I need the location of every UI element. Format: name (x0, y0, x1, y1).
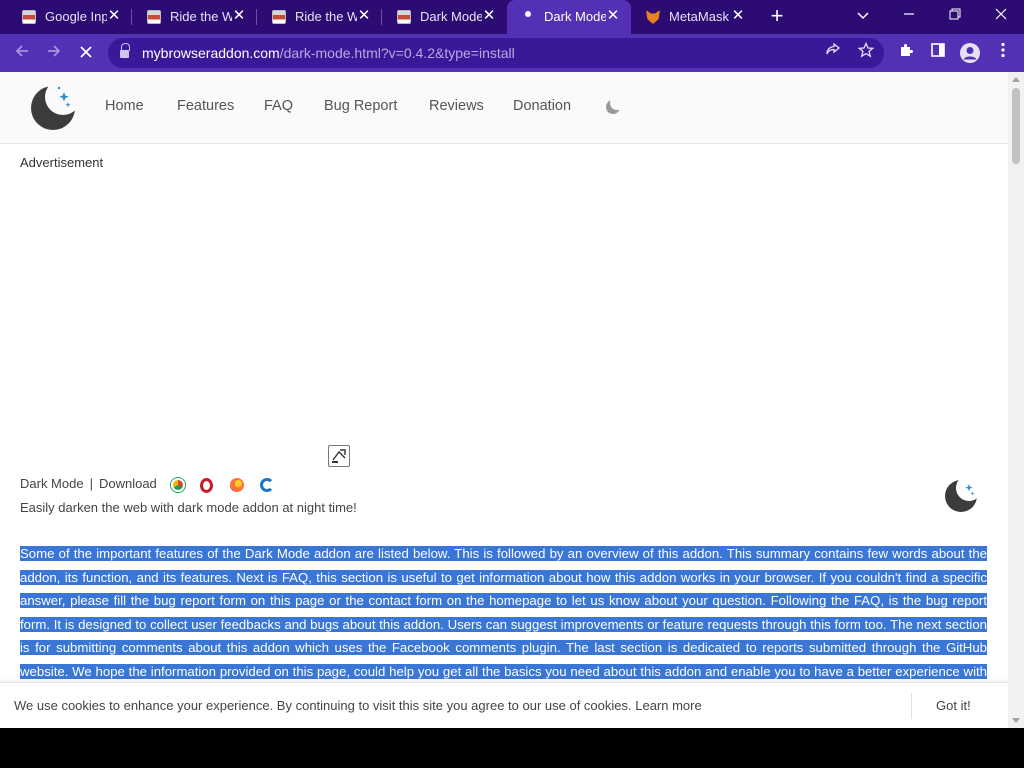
close-icon[interactable]: ✕ (730, 8, 746, 24)
extensions-puzzle-icon[interactable] (895, 42, 917, 64)
new-tab-button[interactable]: + (765, 5, 789, 28)
cookie-divider (911, 693, 912, 719)
window-close-icon[interactable] (989, 5, 1013, 27)
theme-toggle-moon-icon[interactable] (604, 98, 622, 116)
tab-strip: Google Inp ✕ Ride the W ✕ Ride the W ✕ D… (0, 0, 1024, 34)
tab-dark-mode[interactable]: Dark Mode ✕ (383, 0, 507, 34)
restore-icon[interactable] (943, 5, 967, 27)
tab-ride-the-wave-1[interactable]: Ride the W ✕ (133, 0, 257, 34)
edge-icon[interactable] (260, 478, 274, 492)
tab-title: Dark Mode (544, 9, 606, 24)
close-icon[interactable]: ✕ (481, 8, 497, 24)
dark-mode-logo-icon[interactable] (30, 85, 76, 131)
browser-chrome: Google Inp ✕ Ride the W ✕ Ride the W ✕ D… (0, 0, 1024, 72)
tab-ride-the-wave-2[interactable]: Ride the W ✕ (258, 0, 382, 34)
bottom-black-bar (0, 728, 1024, 768)
learn-more-link[interactable]: Learn more (635, 698, 701, 713)
profile-avatar-icon[interactable] (959, 42, 981, 64)
close-icon[interactable]: ✕ (231, 8, 247, 24)
image-favicon-icon (22, 10, 36, 24)
firefox-icon[interactable] (230, 478, 244, 492)
minimize-icon[interactable] (897, 5, 921, 27)
lock-icon[interactable] (120, 43, 130, 59)
tab-divider (381, 9, 382, 25)
nav-reviews[interactable]: Reviews (429, 98, 484, 114)
nav-donation[interactable]: Donation (513, 98, 571, 114)
scrollbar-thumb[interactable] (1012, 88, 1020, 164)
scroll-down-arrow-icon[interactable] (1012, 718, 1020, 723)
tab-divider (256, 9, 257, 25)
close-icon[interactable]: ✕ (356, 8, 372, 24)
tab-title: Ride the W (295, 9, 357, 24)
nav-faq[interactable]: FAQ (264, 98, 293, 114)
nav-bug-report[interactable]: Bug Report (324, 98, 397, 114)
got-it-button[interactable]: Got it! (936, 698, 971, 713)
image-favicon-icon (272, 10, 286, 24)
tagline: Easily darken the web with dark mode add… (20, 500, 357, 515)
download-link[interactable]: Download (99, 476, 157, 491)
forward-arrow-icon[interactable] (41, 40, 67, 66)
url-path: /dark-mode.html?v=0.4.2&type=install (279, 45, 515, 61)
dark-mode-side-logo-icon (944, 479, 978, 513)
url-text[interactable]: mybrowseraddon.com/dark-mode.html?v=0.4.… (142, 45, 515, 61)
tab-search-chevron-icon[interactable] (851, 5, 875, 27)
tab-title: Ride the W (170, 9, 232, 24)
address-bar[interactable]: mybrowseraddon.com/dark-mode.html?v=0.4.… (108, 38, 884, 68)
tab-title: Google Inp (45, 9, 107, 24)
site-header: Home Features FAQ Bug Report Reviews Don… (0, 72, 1008, 144)
tab-divider (131, 9, 132, 25)
tab-google-inputs[interactable]: Google Inp ✕ (8, 0, 132, 34)
ad-choices-icon[interactable] (328, 445, 350, 467)
close-icon[interactable]: ✕ (106, 8, 122, 24)
fox-favicon-icon (646, 10, 660, 24)
chrome-icon[interactable] (171, 478, 185, 492)
tab-dark-mode-active[interactable]: Dark Mode ✕ (507, 0, 631, 34)
advertisement-label: Advertisement (20, 155, 104, 170)
moon-favicon-icon (525, 11, 531, 17)
opera-icon[interactable] (200, 478, 213, 493)
browser-toolbar: mybrowseraddon.com/dark-mode.html?v=0.4.… (0, 34, 1024, 72)
more-menu-icon[interactable] (992, 42, 1014, 64)
back-arrow-icon[interactable] (9, 40, 35, 66)
page-scrollbar[interactable] (1008, 72, 1024, 728)
bookmark-star-icon[interactable] (855, 41, 877, 64)
nav-home[interactable]: Home (105, 98, 144, 114)
title-separator: | (89, 476, 93, 491)
image-favicon-icon (147, 10, 161, 24)
addon-title-line: Dark Mode | Download (20, 476, 157, 491)
url-domain: mybrowseraddon.com (142, 45, 280, 61)
cookie-message: We use cookies to enhance your experienc… (14, 698, 702, 713)
cookie-consent-bar: We use cookies to enhance your experienc… (0, 682, 1008, 728)
stop-loading-icon[interactable] (73, 40, 99, 66)
image-favicon-icon (397, 10, 411, 24)
scroll-up-arrow-icon[interactable] (1012, 77, 1020, 82)
close-icon[interactable]: ✕ (605, 8, 621, 24)
tab-metamask[interactable]: MetaMask ✕ (632, 0, 756, 34)
nav-features[interactable]: Features (177, 98, 234, 114)
side-panel-icon[interactable] (927, 42, 949, 64)
tab-title: MetaMask (669, 9, 729, 24)
tab-title: Dark Mode (420, 9, 482, 24)
page-viewport: Home Features FAQ Bug Report Reviews Don… (0, 72, 1024, 728)
addon-name: Dark Mode (20, 476, 84, 491)
cookie-text: We use cookies to enhance your experienc… (14, 698, 632, 713)
share-icon[interactable] (822, 42, 844, 64)
selected-summary-text: Some of the important features of the Da… (20, 546, 987, 702)
